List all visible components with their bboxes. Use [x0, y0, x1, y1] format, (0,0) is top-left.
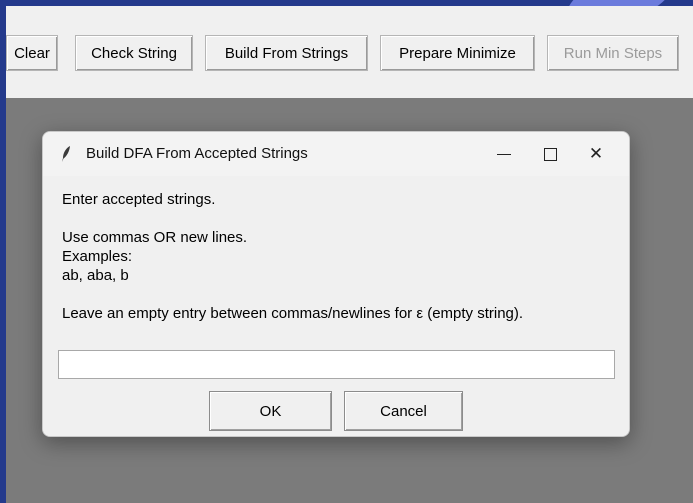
ok-button[interactable]: OK	[209, 391, 332, 431]
maximize-icon	[543, 147, 557, 161]
dialog-title: Build DFA From Accepted Strings	[86, 145, 308, 162]
check-string-button[interactable]: Check String	[75, 35, 193, 71]
close-button[interactable]: ✕	[573, 132, 619, 176]
feather-icon	[62, 146, 70, 162]
build-dfa-dialog: Build DFA From Accepted Strings ✕ Enter …	[42, 131, 630, 437]
dialog-message: Enter accepted strings. Use commas OR ne…	[62, 191, 524, 322]
toolbar: Clear Check String Build From Strings Pr…	[6, 6, 693, 98]
maximize-button[interactable]	[527, 132, 573, 176]
run-min-steps-button[interactable]: Run Min Steps	[547, 35, 679, 71]
clear-button[interactable]: Clear	[6, 35, 58, 71]
build-from-strings-button[interactable]: Build From Strings	[205, 35, 368, 71]
accepted-strings-input[interactable]	[58, 350, 615, 379]
minimize-button[interactable]	[481, 132, 527, 176]
cancel-button[interactable]: Cancel	[344, 391, 463, 431]
minimize-icon	[497, 153, 511, 155]
close-icon: ✕	[588, 144, 604, 163]
dialog-titlebar[interactable]: Build DFA From Accepted Strings ✕	[43, 132, 629, 176]
prepare-minimize-button[interactable]: Prepare Minimize	[380, 35, 535, 71]
dialog-content: Enter accepted strings. Use commas OR ne…	[43, 176, 629, 436]
